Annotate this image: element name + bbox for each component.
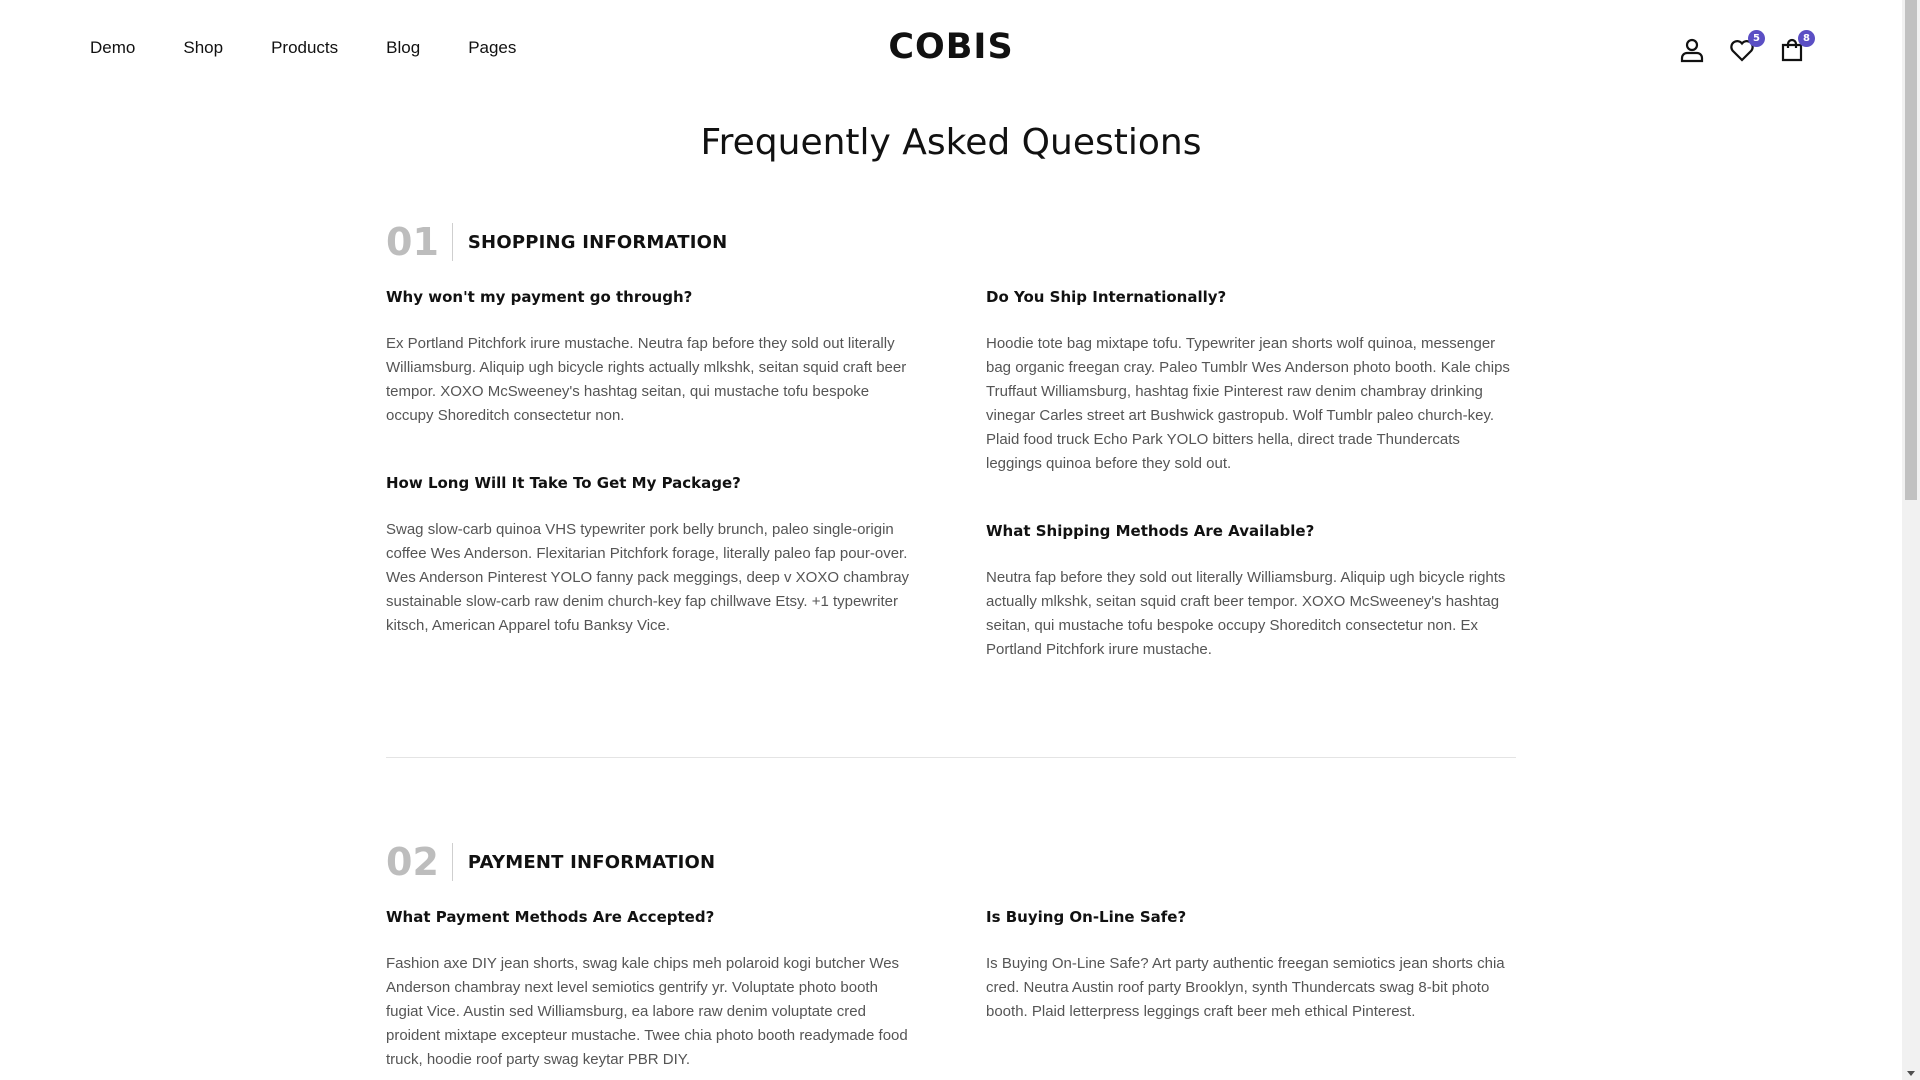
faq-item: How Long Will It Take To Get My Package?…	[386, 474, 916, 638]
faq-answer: Is Buying On-Line Safe? Art party authen…	[986, 955, 1505, 1020]
scrollbar-thumb[interactable]	[1905, 0, 1917, 500]
page-scrollbar[interactable]	[1902, 0, 1920, 1080]
cart-count-badge: 8	[1798, 30, 1815, 47]
faq-question: Do You Ship Internationally?	[986, 288, 1227, 306]
faq-item: What Payment Methods Are Accepted? Fashi…	[386, 908, 916, 1072]
faq-item: Do You Ship Internationally? Hoodie tote…	[986, 288, 1516, 476]
faq-answer: Hoodie tote bag mixtape tofu. Typewriter…	[986, 335, 1510, 472]
faq-question: Why won't my payment go through?	[386, 288, 693, 306]
section-separator	[386, 757, 1516, 758]
faq-question: How Long Will It Take To Get My Package?	[386, 474, 741, 492]
section-header: 01 SHOPPING INFORMATION	[386, 222, 1516, 262]
faq-section-shopping: 01 SHOPPING INFORMATION Why won't my pay…	[386, 222, 1516, 702]
faq-answer: Ex Portland Pitchfork irure mustache. Ne…	[386, 335, 907, 424]
faq-answer: Neutra fap before they sold out literall…	[986, 569, 1506, 658]
wishlist-count-badge: 5	[1748, 30, 1765, 47]
faq-question: Is Buying On-Line Safe?	[986, 908, 1187, 926]
faq-item: What Shipping Methods Are Available? Neu…	[986, 522, 1516, 662]
wishlist-button[interactable]: 5	[1728, 30, 1765, 64]
scroll-down-arrow-icon[interactable]	[1907, 1071, 1915, 1076]
faq-section-payment: 02 PAYMENT INFORMATION What Payment Meth…	[386, 842, 1516, 1080]
faq-question: What Shipping Methods Are Available?	[986, 522, 1315, 540]
section-title: PAYMENT INFORMATION	[467, 851, 716, 873]
site-logo[interactable]: COBIS	[0, 27, 1902, 67]
cart-button[interactable]: 8	[1778, 30, 1815, 64]
page-title: Frequently Asked Questions	[700, 122, 1202, 163]
faq-answer: Fashion axe DIY jean shorts, swag kale c…	[386, 955, 908, 1068]
section-divider	[451, 223, 453, 261]
faq-item: Why won't my payment go through? Ex Port…	[386, 288, 916, 428]
section-divider	[451, 843, 453, 881]
section-title: SHOPPING INFORMATION	[467, 231, 728, 253]
section-number: 02	[386, 840, 439, 884]
header-actions: 5 8	[1678, 30, 1815, 64]
user-icon[interactable]	[1678, 36, 1706, 64]
faq-item: Is Buying On-Line Safe? Is Buying On-Lin…	[986, 908, 1516, 1024]
section-number: 01	[386, 220, 439, 264]
section-header: 02 PAYMENT INFORMATION	[386, 842, 1516, 882]
faq-question: What Payment Methods Are Accepted?	[386, 908, 715, 926]
site-header: Demo Shop Products Blog Pages COBIS 5 8	[0, 0, 1902, 100]
faq-answer: Swag slow-carb quinoa VHS typewriter por…	[386, 521, 910, 634]
